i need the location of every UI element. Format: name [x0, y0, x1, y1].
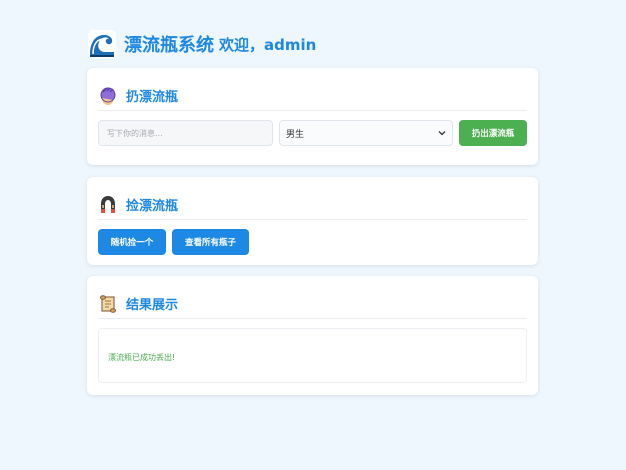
chevron-down-icon: [438, 131, 446, 136]
throw-bottle-card: 扔漂流瓶 男生 扔出漂流瓶: [87, 68, 538, 165]
result-title: 结果展示: [126, 298, 179, 313]
wave-icon: [88, 30, 116, 58]
welcome-text: 欢迎，admin: [219, 35, 317, 54]
pick-random-button[interactable]: 随机捡一个: [98, 229, 166, 255]
gender-select[interactable]: 男生: [279, 120, 453, 146]
app-title: 漂流瓶系统: [124, 35, 214, 56]
throw-bottle-header: 扔漂流瓶: [98, 81, 527, 111]
result-card: 结果展示 漂流瓶已成功丢出!: [87, 276, 538, 395]
result-header: 结果展示: [98, 289, 527, 319]
scroll-icon: [100, 294, 116, 313]
result-box: 漂流瓶已成功丢出!: [98, 328, 527, 383]
app-header: 漂流瓶系统 欢迎，admin: [88, 29, 316, 59]
message-input[interactable]: [98, 120, 273, 146]
pick-bottle-card: 捡漂流瓶 随机捡一个 查看所有瓶子: [87, 177, 538, 265]
pick-buttons-row: 随机捡一个 查看所有瓶子: [98, 229, 527, 255]
pick-bottle-header: 捡漂流瓶: [98, 190, 527, 220]
result-message: 漂流瓶已成功丢出!: [108, 353, 176, 362]
throw-bottle-title: 扔漂流瓶: [126, 90, 179, 105]
magnet-icon: [101, 195, 115, 213]
pick-bottle-title: 捡漂流瓶: [126, 199, 179, 214]
gender-selected-value: 男生: [286, 129, 305, 140]
throw-form-row: 男生 扔出漂流瓶: [98, 120, 527, 146]
throw-bottle-button[interactable]: 扔出漂流瓶: [459, 120, 527, 146]
hand-icon: [100, 87, 116, 105]
view-all-bottles-button[interactable]: 查看所有瓶子: [172, 229, 249, 255]
